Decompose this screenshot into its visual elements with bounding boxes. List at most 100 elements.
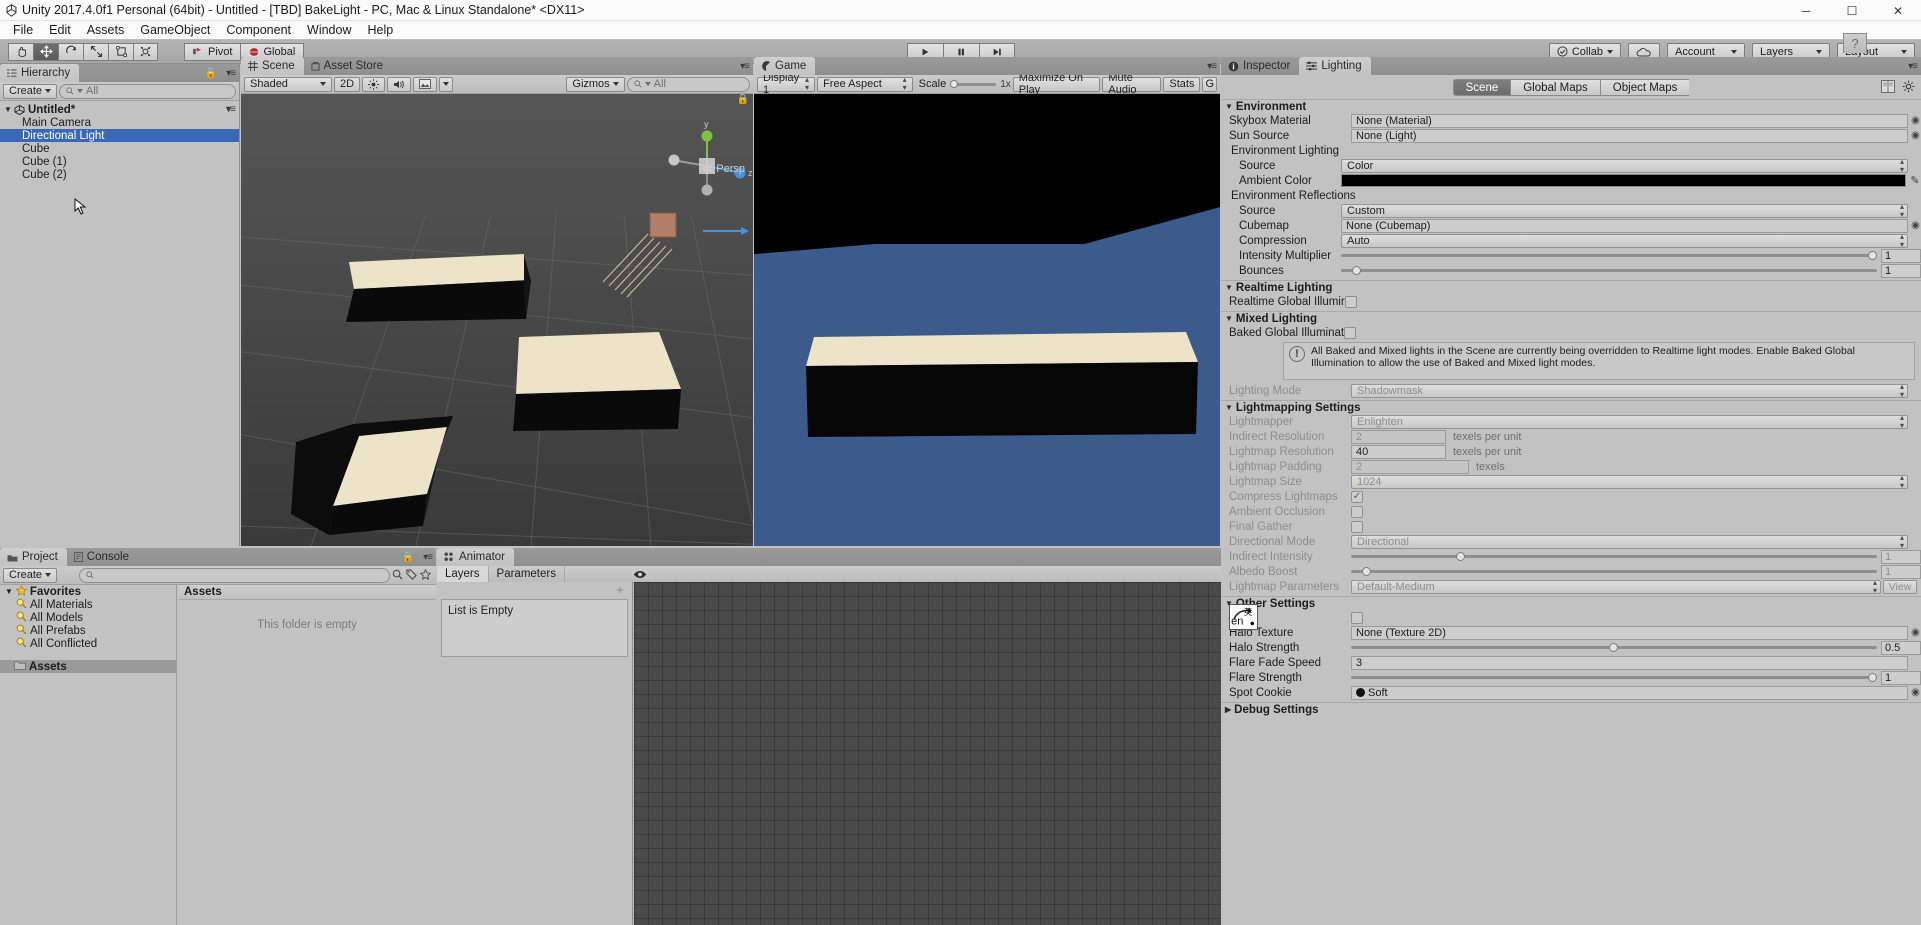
eye-icon[interactable] <box>633 567 647 582</box>
project-favorite-all-prefabs[interactable]: All Prefabs <box>0 624 176 637</box>
scene-gizmos-dropdown[interactable]: Gizmos <box>566 76 625 92</box>
scene-viewport[interactable]: y z ≪ Persp 🔒 <box>241 94 753 546</box>
reflection-source-dropdown[interactable]: Custom ▴ ▾ <box>1341 202 1908 218</box>
scene-options-icon[interactable]: ▾≡ <box>226 104 236 115</box>
bounces-value[interactable]: 1 <box>1881 263 1921 278</box>
game-aspect-dropdown[interactable]: Free Aspect ▴ ▾ <box>817 76 913 92</box>
menu-edit[interactable]: Edit <box>41 21 79 40</box>
scene-lighting-toggle[interactable] <box>362 76 386 92</box>
ime-language-indicator[interactable]: en 英 <box>1229 604 1258 630</box>
add-layer-button[interactable]: + <box>616 582 624 597</box>
minimize-button[interactable]: ─ <box>1783 0 1829 21</box>
tab-asset-store[interactable]: Asset Store <box>304 57 392 75</box>
project-lock-icon[interactable]: 🔒 <box>402 552 414 563</box>
hierarchy-item-main-camera[interactable]: Main Camera <box>0 116 239 129</box>
project-favorite-all-materials[interactable]: All Materials <box>0 598 176 611</box>
help-button[interactable]: ? <box>1843 32 1867 53</box>
transform-tool-button[interactable] <box>133 42 158 61</box>
eyedropper-icon[interactable]: ✎ <box>1909 174 1921 187</box>
lock-icon[interactable]: 🔒 <box>205 68 217 79</box>
hierarchy-search-input[interactable]: All <box>59 83 236 99</box>
hierarchy-item-cube-2[interactable]: Cube (2) <box>0 168 239 181</box>
menu-assets[interactable]: Assets <box>79 21 133 40</box>
compression-dropdown[interactable]: Auto ▴ ▾ <box>1341 232 1908 248</box>
scale-tool-button[interactable] <box>83 42 108 61</box>
hierarchy-options-icon[interactable]: ▾≡ <box>226 68 236 79</box>
tab-hierarchy[interactable]: Hierarchy <box>0 64 80 82</box>
game-gizmos-dropdown[interactable]: G <box>1202 76 1217 92</box>
project-search-input[interactable] <box>79 567 390 583</box>
game-scale-slider[interactable]: Scale 1x <box>919 78 1011 90</box>
search-by-type-icon[interactable] <box>392 568 403 583</box>
game-mute-audio-toggle[interactable]: Mute Audio <box>1102 72 1162 96</box>
flare-strength-value[interactable]: 1 <box>1881 670 1921 685</box>
hierarchy-item-cube[interactable]: Cube <box>0 142 239 155</box>
scene-audio-toggle[interactable] <box>387 76 412 92</box>
scene-camera-lock-icon[interactable]: 🔒 <box>737 94 749 105</box>
scene-fx-toggle[interactable] <box>413 76 438 92</box>
scene-persp-label[interactable]: ≪ Persp <box>702 162 745 175</box>
fog-checkbox[interactable] <box>1351 611 1363 624</box>
project-create-button[interactable]: Create <box>3 567 58 583</box>
section-debug-settings-header[interactable]: ▶ Debug Settings <box>1221 702 1921 716</box>
scene-shading-dropdown[interactable]: Shaded <box>244 76 332 92</box>
project-favorite-all-conflicted[interactable]: All Conflicted <box>0 637 176 650</box>
object-picker-icon[interactable]: ◉ <box>1910 130 1921 141</box>
sun-source-field[interactable]: None (Light) <box>1351 128 1908 143</box>
tab-lighting[interactable]: Lighting <box>1299 57 1371 75</box>
baked-gi-checkbox[interactable] <box>1344 326 1357 339</box>
cubemap-field[interactable]: None (Cubemap) <box>1341 218 1908 233</box>
flare-strength-slider[interactable] <box>1351 671 1877 685</box>
rotate-tool-button[interactable] <box>58 42 83 61</box>
lighting-options-icon[interactable]: ▾≡ <box>1908 61 1918 72</box>
tab-game[interactable]: Game <box>754 57 816 75</box>
project-favorites-root[interactable]: ▼ Favorites <box>0 584 176 598</box>
object-picker-icon[interactable]: ◉ <box>1910 627 1921 638</box>
game-stats-toggle[interactable]: Stats <box>1163 76 1201 92</box>
search-by-label-icon[interactable] <box>406 568 417 583</box>
expand-triangle-icon[interactable]: ▼ <box>4 105 14 114</box>
ambient-color-swatch[interactable] <box>1341 174 1906 187</box>
tab-layers[interactable]: Layers <box>437 565 489 583</box>
spot-cookie-field[interactable]: Soft <box>1351 685 1908 700</box>
scene-2d-toggle[interactable]: 2D <box>334 76 361 92</box>
lighting-tab-object-maps[interactable]: Object Maps <box>1599 79 1690 96</box>
rect-tool-button[interactable] <box>108 42 133 61</box>
favorite-star-icon[interactable] <box>419 568 432 583</box>
halo-strength-value[interactable]: 0.5 <box>1881 640 1921 655</box>
section-lightmapping-header[interactable]: ▼ Lightmapping Settings <box>1221 400 1921 414</box>
env-lighting-source-dropdown[interactable]: Color ▴ ▾ <box>1341 157 1908 173</box>
game-options-icon[interactable]: ▾≡ <box>1207 61 1217 72</box>
intensity-multiplier-slider[interactable] <box>1341 249 1877 263</box>
game-maximize-on-play-toggle[interactable]: Maximize On Play <box>1012 72 1101 96</box>
object-picker-icon[interactable]: ◉ <box>1910 220 1921 231</box>
section-other-settings-header[interactable]: ▼ Other Settings <box>1221 596 1921 610</box>
project-favorite-all-models[interactable]: All Models <box>0 611 176 624</box>
object-picker-icon[interactable]: ◉ <box>1910 687 1921 698</box>
project-assets-folder[interactable]: Assets <box>0 660 176 673</box>
tab-animator[interactable]: Animator <box>437 548 515 566</box>
gear-icon[interactable] <box>1902 80 1915 96</box>
hand-tool-button[interactable] <box>8 42 33 61</box>
menu-component[interactable]: Component <box>218 21 299 40</box>
game-display-dropdown[interactable]: Display 1 ▴ ▾ <box>757 72 816 96</box>
project-options-icon[interactable]: ▾≡ <box>423 552 433 563</box>
tab-scene[interactable]: Scene <box>241 57 304 75</box>
close-button[interactable]: ✕ <box>1875 0 1921 21</box>
bounces-slider[interactable] <box>1341 264 1877 278</box>
section-mixed-lighting-header[interactable]: ▼ Mixed Lighting <box>1221 311 1921 325</box>
hierarchy-item-directional-light[interactable]: Directional Light <box>0 129 239 142</box>
halo-texture-field[interactable]: None (Texture 2D) <box>1351 625 1908 640</box>
lighting-tab-global-maps[interactable]: Global Maps <box>1510 79 1600 96</box>
scale-track[interactable] <box>950 78 997 90</box>
object-picker-icon[interactable]: ◉ <box>1910 115 1921 126</box>
book-icon[interactable] <box>1881 79 1895 96</box>
hierarchy-scene-root[interactable]: ▼ Untitled* ▾≡ <box>0 103 239 116</box>
maximize-button[interactable]: ☐ <box>1829 0 1875 21</box>
hierarchy-create-button[interactable]: Create <box>3 83 58 99</box>
section-realtime-lighting-header[interactable]: ▼ Realtime Lighting <box>1221 280 1921 294</box>
scene-search-input[interactable]: All <box>626 76 750 92</box>
game-viewport[interactable] <box>754 94 1220 546</box>
skybox-material-field[interactable]: None (Material) <box>1351 113 1908 128</box>
section-environment-header[interactable]: ▼ Environment <box>1221 99 1921 113</box>
